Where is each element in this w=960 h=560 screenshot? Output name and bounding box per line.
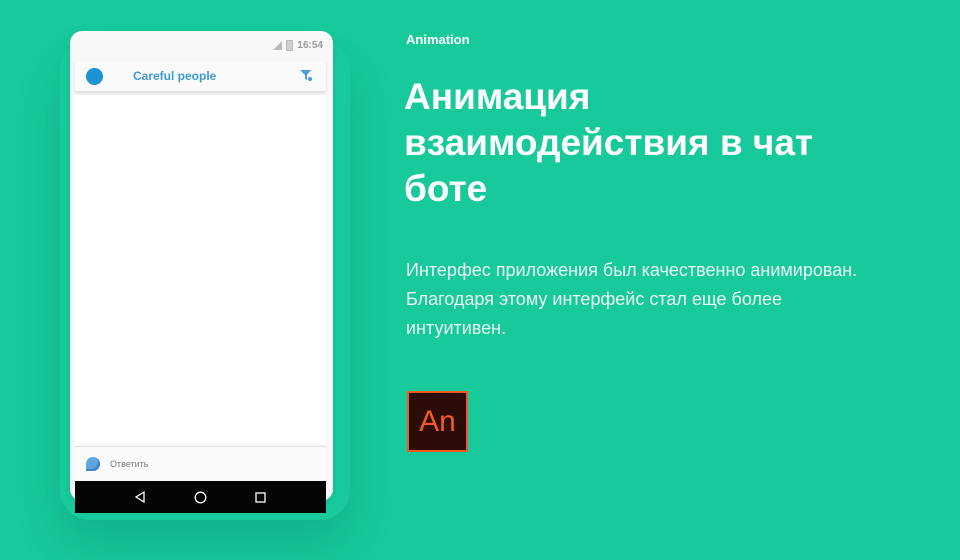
reply-label: Ответить [110, 458, 149, 469]
page-title: Анимация взаимодействия в чат боте [404, 76, 814, 209]
recents-icon[interactable] [253, 489, 269, 505]
phone-screen: Careful people Ответить [75, 61, 326, 514]
status-bar: 16:54 [70, 31, 333, 59]
adobe-animate-logo: An [407, 391, 468, 452]
adobe-animate-logo-text: An [419, 404, 456, 438]
filter-icon[interactable] [299, 68, 313, 82]
back-icon[interactable] [132, 489, 148, 505]
app-header: Careful people [75, 61, 326, 91]
app-title: Careful people [133, 69, 217, 83]
home-icon[interactable] [192, 489, 208, 505]
chat-bubble-icon [86, 456, 100, 471]
reply-bar[interactable]: Ответить [75, 446, 326, 480]
android-nav-bar [75, 481, 326, 513]
phone-mockup: 16:54 Careful people Ответить [70, 31, 333, 513]
status-time: 16:54 [297, 39, 323, 51]
signal-icon [273, 40, 283, 50]
eyebrow-label: Animation [406, 32, 470, 47]
chat-area[interactable] [75, 95, 326, 444]
battery-icon [286, 39, 294, 51]
avatar[interactable] [86, 67, 103, 85]
description: Интерфес приложения был качественно аним… [406, 260, 858, 338]
